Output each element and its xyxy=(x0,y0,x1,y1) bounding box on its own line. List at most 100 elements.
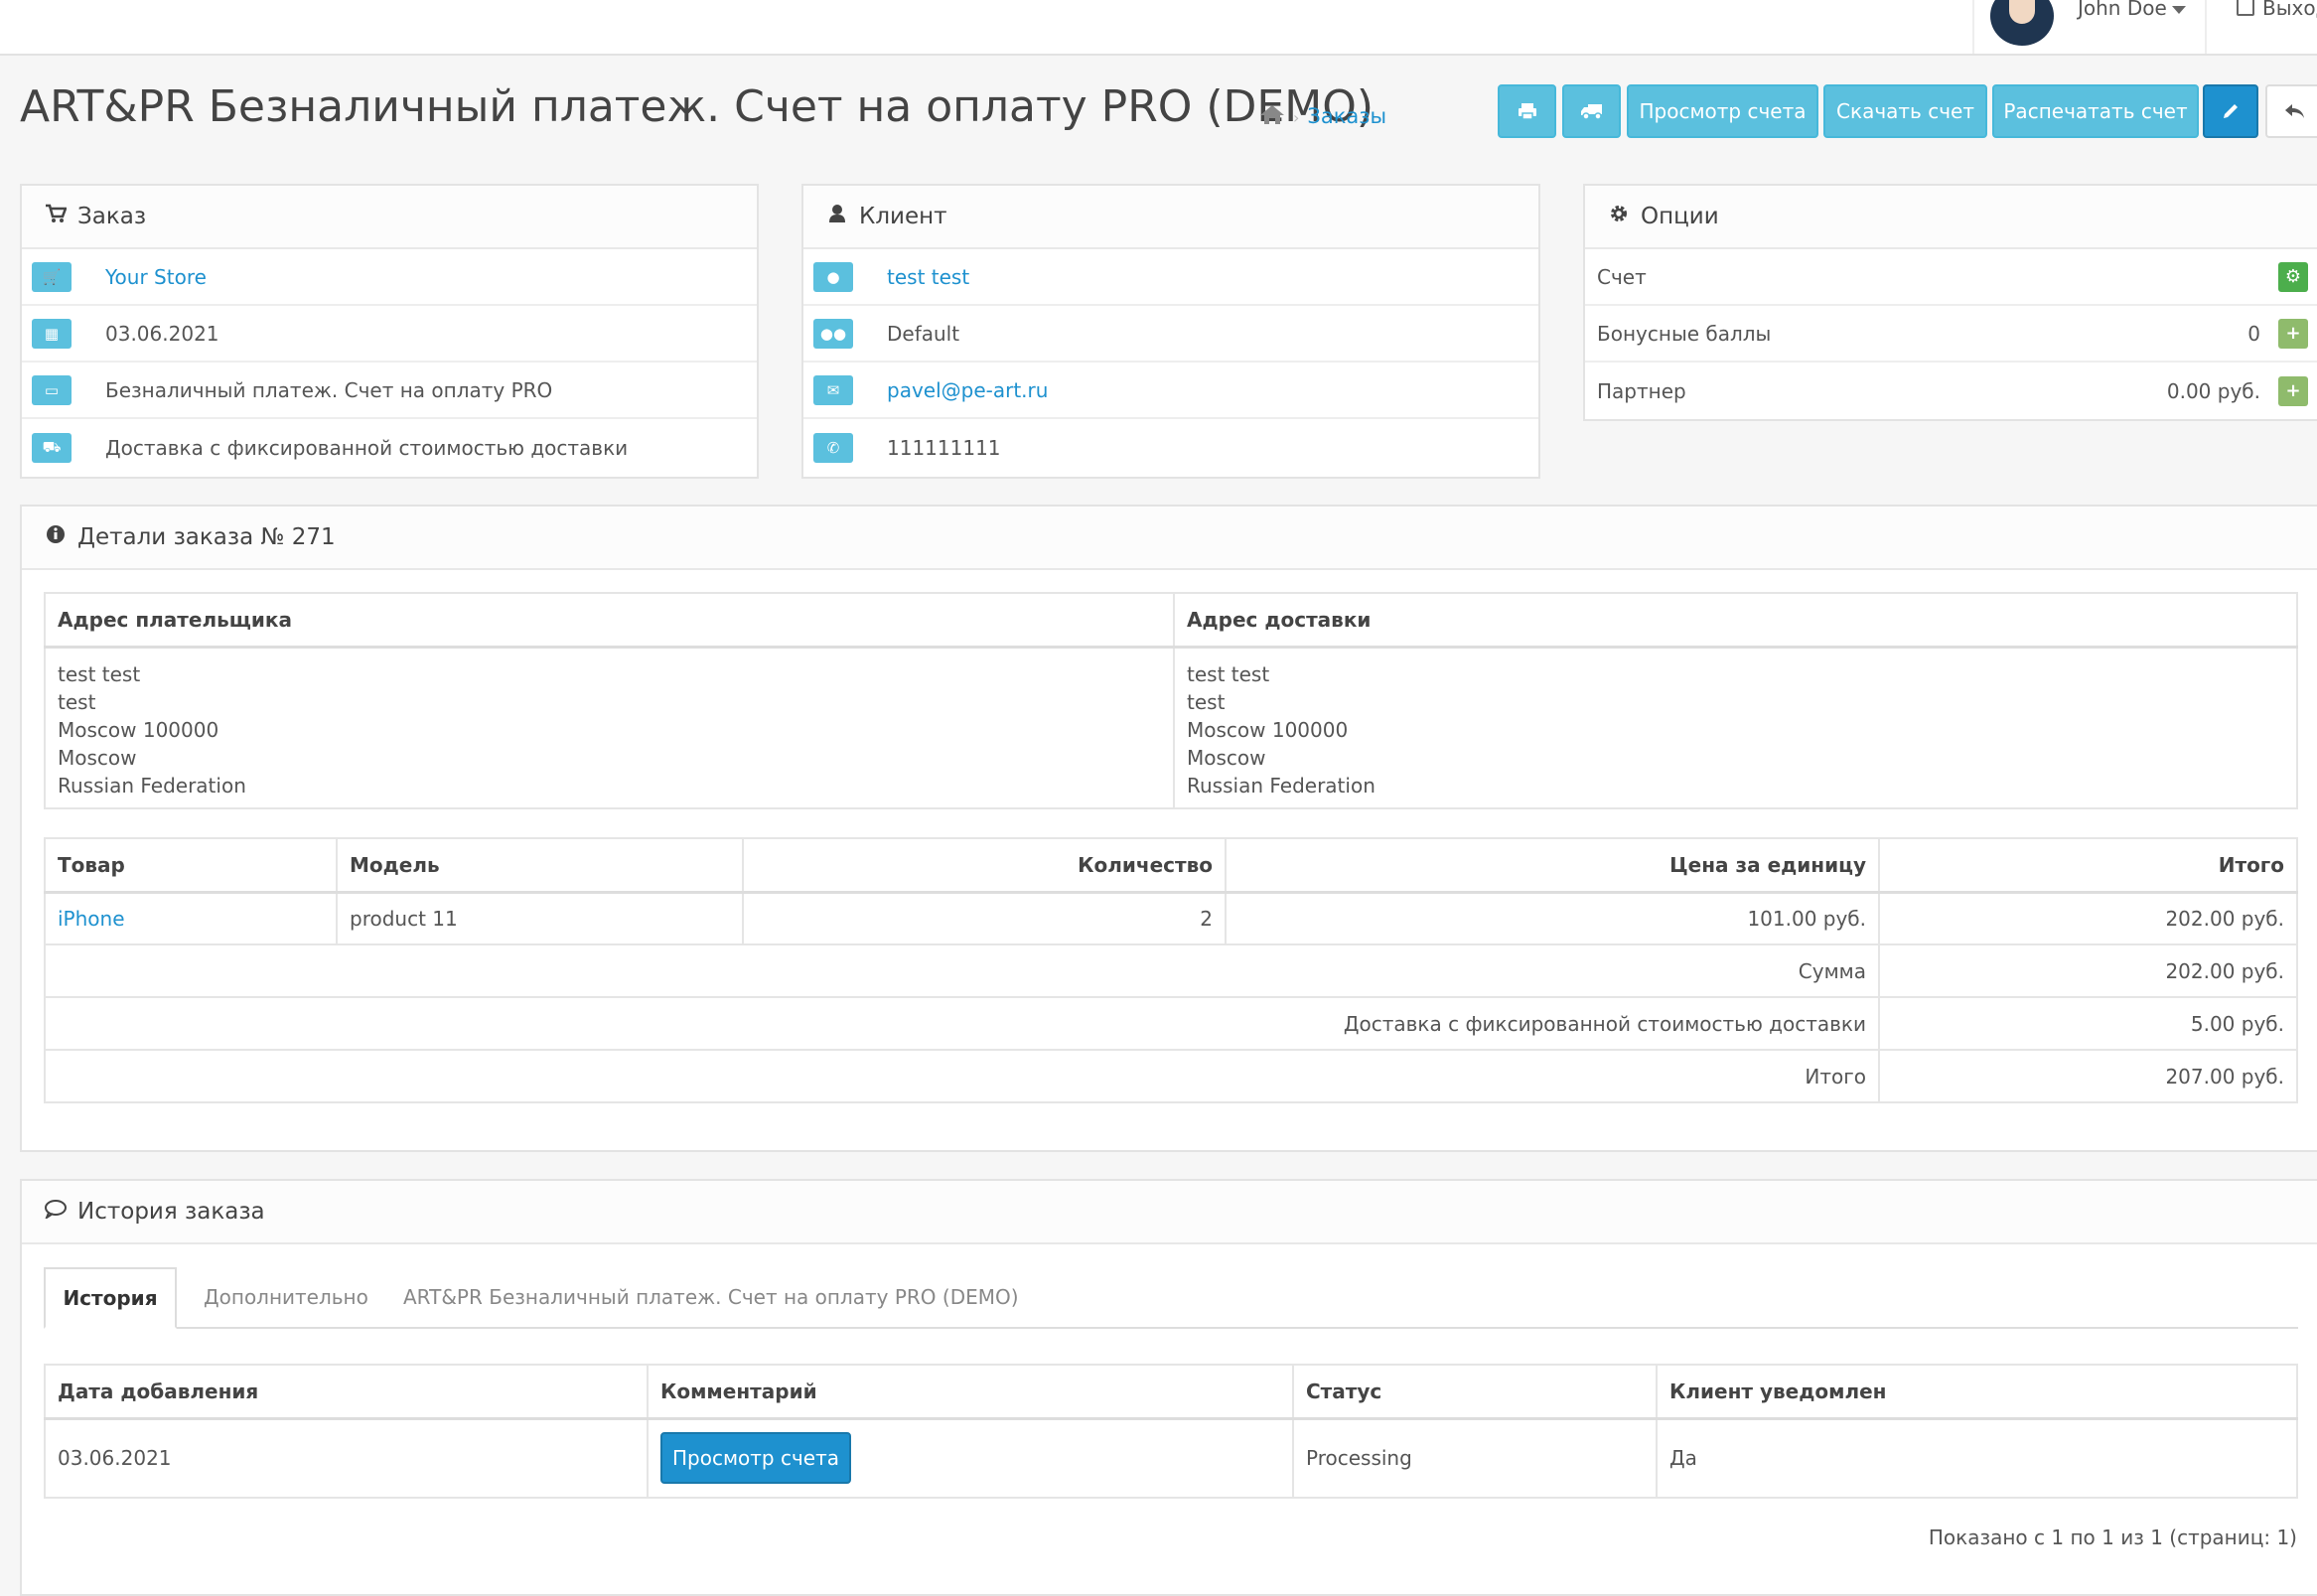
date-row: ▦ 03.06.2021 xyxy=(22,306,757,363)
address-table: Адрес плательщика Адрес доставки test te… xyxy=(44,592,2298,809)
order-panel: Заказ 🛒 Your Store ▦ 03.06.2021 ▭ Безнал… xyxy=(20,184,759,479)
reward-option-row: Бонусные баллы 0 + xyxy=(1585,306,2317,363)
product-quantity: 2 xyxy=(742,891,1227,945)
table-row: 03.06.2021 Просмотр счета Processing Да xyxy=(44,1417,2298,1499)
edit-button[interactable] xyxy=(2203,84,2258,138)
order-history-header: История заказа xyxy=(22,1181,2317,1244)
gear-icon xyxy=(1607,204,1631,229)
options-panel-header: Опции xyxy=(1585,186,2317,249)
pagination-summary: Показано с 1 по 1 из 1 (страниц: 1) xyxy=(1928,1525,2297,1549)
back-button[interactable] xyxy=(2265,84,2317,138)
col-unit-price: Цена за единицу xyxy=(1225,837,1880,894)
payment-method: Безналичный платеж. Счет на оплату PRO xyxy=(105,377,553,402)
col-customer-notified: Клиент уведомлен xyxy=(1656,1364,2298,1420)
info-circle-icon xyxy=(44,524,68,550)
col-comment: Комментарий xyxy=(647,1364,1294,1420)
shopping-cart-icon xyxy=(44,204,68,229)
logout-label: Выход xyxy=(2262,0,2317,20)
order-panel-header: Заказ xyxy=(22,186,757,249)
shipping-method: Доставка с фиксированной стоимостью дост… xyxy=(105,435,629,460)
col-status: Статус xyxy=(1292,1364,1658,1420)
truck-icon xyxy=(1580,104,1602,120)
shipping-total-label: Доставка с фиксированной стоимостью дост… xyxy=(44,996,1880,1051)
order-details-header: Детали заказа № 271 xyxy=(22,507,2317,570)
product-link[interactable]: iPhone xyxy=(58,907,125,931)
table-row: iPhone product 11 2 101.00 руб. 202.00 р… xyxy=(44,891,2298,945)
history-comment: Просмотр счета xyxy=(647,1417,1294,1499)
page-title: ART&PR Безналичный платеж. Счет на оплат… xyxy=(20,81,1374,132)
breadcrumb-orders[interactable]: Заказы xyxy=(1307,104,1386,128)
user-name[interactable]: John Doe xyxy=(2078,0,2167,20)
col-quantity: Количество xyxy=(742,837,1227,894)
customer-name-row: ● test test xyxy=(803,249,1538,306)
logout-link[interactable]: Выход xyxy=(2237,0,2317,20)
tab-history[interactable]: История xyxy=(44,1267,177,1329)
col-model: Модель xyxy=(336,837,744,894)
navbar-divider xyxy=(1972,0,1974,54)
options-panel: Опции Счет ⚙ Бонусные баллы 0 + Партнер … xyxy=(1583,184,2317,421)
navbar-divider xyxy=(2205,0,2207,54)
pencil-icon xyxy=(2224,104,2238,118)
reward-value: 0 xyxy=(2247,321,2260,346)
print-shipping-button[interactable] xyxy=(1562,84,1621,138)
order-panel-title: Заказ xyxy=(77,204,147,229)
user-icon: ● xyxy=(813,261,853,292)
customer-panel-title: Клиент xyxy=(859,204,947,229)
order-date: 03.06.2021 xyxy=(105,321,219,346)
comment-icon xyxy=(44,1199,68,1225)
shipping-address: test test test Moscow 100000 Moscow Russ… xyxy=(1173,646,2298,809)
print-invoice-icon-button[interactable] xyxy=(1498,84,1556,138)
history-date: 03.06.2021 xyxy=(44,1417,649,1499)
home-icon[interactable] xyxy=(1259,103,1285,130)
col-total: Итого xyxy=(1878,837,2298,894)
customer-group: Default xyxy=(887,321,960,346)
user-icon xyxy=(825,204,849,229)
tab-payment-method[interactable]: ART&PR Безналичный платеж. Счет на оплат… xyxy=(403,1267,1019,1327)
view-invoice-comment-button[interactable]: Просмотр счета xyxy=(660,1432,851,1485)
history-status: Processing xyxy=(1292,1417,1658,1499)
shipping-address-header: Адрес доставки xyxy=(1173,592,2298,649)
generate-invoice-button[interactable]: ⚙ xyxy=(2278,261,2308,292)
add-reward-button[interactable]: + xyxy=(2278,318,2308,349)
payment-address-header: Адрес плательщика xyxy=(44,592,1175,649)
order-details-title: Детали заказа № 271 xyxy=(77,524,336,550)
store-link[interactable]: Your Store xyxy=(105,265,207,289)
payment-row: ▭ Безналичный платеж. Счет на оплату PRO xyxy=(22,363,757,419)
col-date-added: Дата добавления xyxy=(44,1364,649,1420)
grand-total-label: Итого xyxy=(44,1049,1880,1103)
customer-panel: Клиент ● test test ●● Default ✉ pavel@pe… xyxy=(801,184,1540,479)
shipping-row: ⛟ Доставка с фиксированной стоимостью до… xyxy=(22,419,757,476)
shopping-cart-icon: 🛒 xyxy=(32,261,72,292)
view-invoice-button[interactable]: Просмотр счета xyxy=(1627,84,1818,138)
reply-icon xyxy=(2285,104,2304,118)
top-navbar: John Doe Выход xyxy=(0,0,2317,56)
calendar-icon: ▦ xyxy=(32,318,72,349)
avatar[interactable] xyxy=(1990,0,2054,46)
logout-icon xyxy=(2237,0,2254,16)
download-invoice-button[interactable]: Скачать счет xyxy=(1823,84,1987,138)
tab-additional[interactable]: Дополнительно xyxy=(204,1267,368,1327)
history-notified: Да xyxy=(1656,1417,2298,1499)
affiliate-value: 0.00 руб. xyxy=(2166,378,2260,403)
invoice-label: Счет xyxy=(1597,264,1647,289)
subtotal-label: Сумма xyxy=(44,943,1880,998)
product-total: 202.00 руб. xyxy=(1878,891,2298,945)
history-table: Дата добавления Комментарий Статус Клиен… xyxy=(44,1364,2298,1499)
group-icon: ●● xyxy=(813,318,853,349)
breadcrumb: › Заказы xyxy=(1259,103,1386,130)
customer-link[interactable]: test test xyxy=(887,265,969,289)
customer-email-row: ✉ pavel@pe-art.ru xyxy=(803,363,1538,419)
payment-address: test test test Moscow 100000 Moscow Russ… xyxy=(44,646,1175,809)
customer-email-link[interactable]: pavel@pe-art.ru xyxy=(887,378,1048,402)
chevron-down-icon[interactable] xyxy=(2172,6,2186,14)
subtotal-value: 202.00 руб. xyxy=(1878,943,2298,998)
printer-icon xyxy=(1518,103,1536,120)
shipping-total-row: Доставка с фиксированной стоимостью дост… xyxy=(44,996,2298,1051)
credit-card-icon: ▭ xyxy=(32,374,72,405)
print-invoice-button[interactable]: Распечатать счет xyxy=(1992,84,2199,138)
add-commission-button[interactable]: + xyxy=(2278,375,2308,406)
customer-panel-header: Клиент xyxy=(803,186,1538,249)
product-price: 101.00 руб. xyxy=(1225,891,1880,945)
envelope-icon: ✉ xyxy=(813,374,853,405)
customer-phone-row: ✆ 111111111 xyxy=(803,419,1538,476)
